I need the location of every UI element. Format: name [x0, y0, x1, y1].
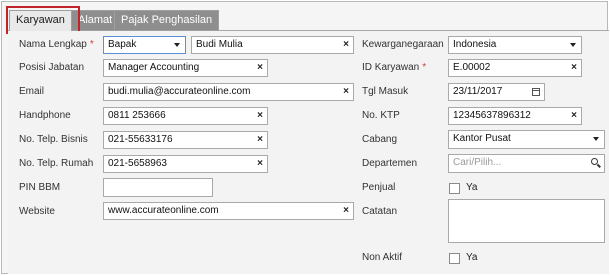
cabang-label: Cabang	[362, 134, 398, 145]
tgl-masuk-label: Tgl Masuk	[362, 86, 409, 97]
pin-bbm-label: PIN BBM	[19, 182, 61, 193]
telp-rumah-input[interactable]: 021-5658963 ×	[103, 155, 268, 173]
penjual-label: Penjual	[362, 182, 396, 193]
departemen-search-input[interactable]: Cari/Pilih...	[448, 154, 605, 173]
clear-icon[interactable]: ×	[343, 84, 349, 100]
tab-pajak-penghasilan[interactable]: Pajak Penghasilan	[114, 10, 220, 31]
pin-bbm-input[interactable]	[103, 178, 213, 197]
clear-icon[interactable]: ×	[571, 108, 577, 124]
tab-karyawan[interactable]: Karyawan	[9, 10, 72, 31]
tgl-masuk-date-input[interactable]: 23/11/2017	[448, 83, 545, 101]
calendar-icon[interactable]	[532, 88, 540, 96]
karyawan-panel: Nama Lengkap * Bapak Budi Mulia × Posisi …	[8, 31, 609, 274]
chevron-down-icon	[174, 43, 180, 47]
departemen-label: Departemen	[362, 158, 418, 169]
cabang-select[interactable]: Kantor Pusat	[448, 130, 605, 149]
clear-icon[interactable]: ×	[257, 156, 263, 172]
posisi-jabatan-input[interactable]: Manager Accounting ×	[103, 59, 268, 77]
no-ktp-label: No. KTP	[362, 110, 400, 121]
telp-rumah-label: No. Telp. Rumah	[19, 158, 94, 169]
kewarganegaraan-select[interactable]: Indonesia	[448, 36, 582, 54]
clear-icon[interactable]: ×	[343, 203, 349, 219]
tab-bar: Karyawan Alamat Pajak Penghasilan	[7, 10, 609, 31]
kewarganegaraan-label: Kewarganegaraan	[362, 39, 444, 50]
penjual-option-label: Ya	[466, 182, 478, 193]
full-name-input[interactable]: Budi Mulia ×	[191, 36, 354, 54]
website-input[interactable]: www.accurateonline.com ×	[103, 202, 354, 220]
clear-icon[interactable]: ×	[257, 60, 263, 76]
chevron-down-icon	[570, 43, 576, 47]
handphone-input[interactable]: 0811 253666 ×	[103, 107, 268, 125]
catatan-label: Catatan	[362, 206, 398, 217]
posisi-jabatan-label: Posisi Jabatan	[19, 62, 85, 73]
telp-bisnis-label: No. Telp. Bisnis	[19, 134, 88, 145]
nama-lengkap-label: Nama Lengkap *	[19, 39, 94, 50]
tab-alamat[interactable]: Alamat	[71, 10, 120, 31]
employee-form-window: Karyawan Alamat Pajak Penghasilan Nama L…	[1, 1, 609, 274]
clear-icon[interactable]: ×	[343, 37, 349, 53]
non-aktif-option-label: Ya	[466, 252, 478, 263]
search-icon[interactable]	[591, 158, 598, 165]
clear-icon[interactable]: ×	[257, 132, 263, 148]
email-label: Email	[19, 86, 45, 97]
non-aktif-checkbox[interactable]	[449, 253, 460, 264]
penjual-checkbox[interactable]	[449, 183, 460, 194]
salutation-select[interactable]: Bapak	[103, 36, 186, 54]
website-label: Website	[19, 206, 55, 217]
chevron-down-icon	[593, 137, 599, 141]
no-ktp-input[interactable]: 12345637896312 ×	[448, 107, 582, 125]
id-karyawan-label: ID Karyawan *	[362, 62, 427, 73]
catatan-textarea[interactable]	[448, 199, 605, 243]
clear-icon[interactable]: ×	[571, 60, 577, 76]
telp-bisnis-input[interactable]: 021-55633176 ×	[103, 131, 268, 149]
non-aktif-label: Non Aktif	[362, 252, 403, 263]
clear-icon[interactable]: ×	[257, 108, 263, 124]
id-karyawan-input[interactable]: E.00002 ×	[448, 59, 582, 77]
email-field[interactable]: budi.mulia@accurateonline.com ×	[103, 83, 354, 101]
handphone-label: Handphone	[19, 110, 71, 121]
